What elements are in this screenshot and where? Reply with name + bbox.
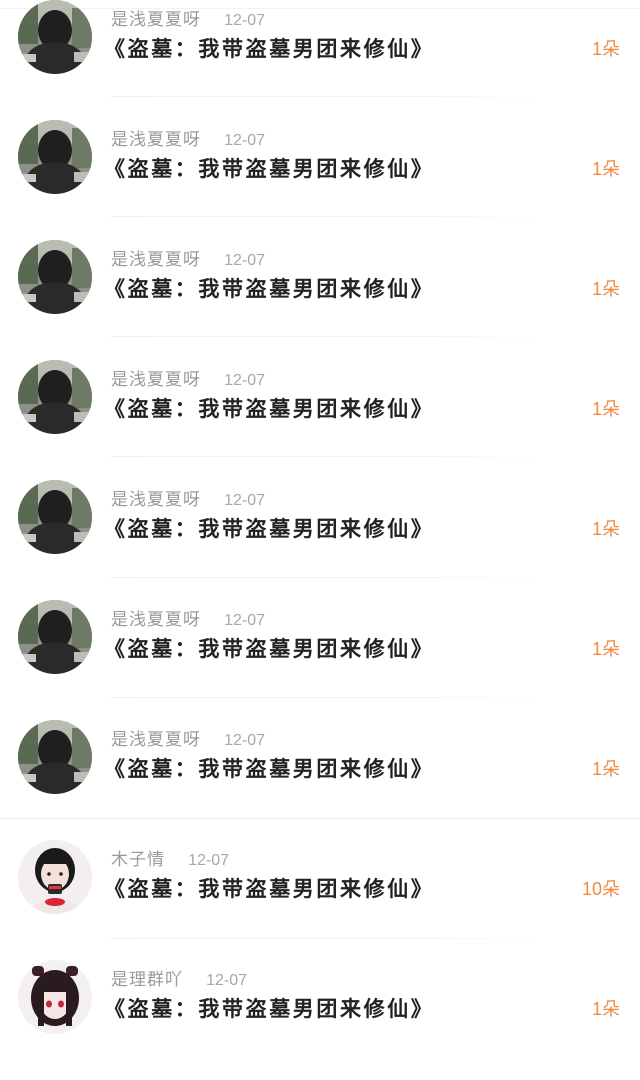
gift-count: 10朵 [581, 879, 620, 899]
book-title[interactable]: 《盗墓：我带盗墓男团来修仙》 [104, 393, 434, 425]
gift-count: 1朵 [591, 159, 620, 179]
username[interactable]: 是浅夏夏呀 [111, 130, 201, 150]
gift-count: 1朵 [591, 519, 620, 539]
avatar[interactable] [18, 960, 92, 1034]
avatar[interactable] [18, 480, 92, 554]
date: 12-07 [224, 612, 266, 629]
row-divider [111, 336, 551, 337]
list-item[interactable]: 是浅夏夏呀 12-07 《盗墓：我带盗墓男团来修仙》 1朵 [0, 120, 640, 240]
username[interactable]: 是浅夏夏呀 [111, 370, 201, 390]
date: 12-07 [224, 732, 266, 749]
date: 12-07 [224, 12, 266, 29]
book-title[interactable]: 《盗墓：我带盗墓男团来修仙》 [104, 513, 434, 545]
avatar[interactable] [18, 0, 92, 74]
row-divider [111, 938, 551, 939]
row-divider [0, 818, 640, 819]
item-meta: 是浅夏夏呀 12-07 [111, 128, 265, 152]
list-item[interactable]: 是浅夏夏呀 12-07 《盗墓：我带盗墓男团来修仙》 1朵 [0, 0, 640, 120]
gift-count: 1朵 [591, 999, 620, 1019]
book-title[interactable]: 《盗墓：我带盗墓男团来修仙》 [104, 33, 434, 65]
list-item[interactable]: 是浅夏夏呀 12-07 《盗墓：我带盗墓男团来修仙》 1朵 [0, 360, 640, 480]
date: 12-07 [224, 492, 266, 509]
avatar[interactable] [18, 120, 92, 194]
item-meta: 是浅夏夏呀 12-07 [111, 608, 265, 632]
username[interactable]: 是浅夏夏呀 [111, 250, 201, 270]
book-title[interactable]: 《盗墓：我带盗墓男团来修仙》 [104, 753, 434, 785]
username[interactable]: 是浅夏夏呀 [111, 490, 201, 510]
avatar[interactable] [18, 840, 92, 914]
book-title[interactable]: 《盗墓：我带盗墓男团来修仙》 [104, 873, 434, 905]
gift-count: 1朵 [591, 639, 620, 659]
row-divider [111, 96, 551, 97]
item-meta: 是浅夏夏呀 12-07 [111, 368, 265, 392]
avatar[interactable] [18, 360, 92, 434]
dark-photo-avatar-icon [18, 600, 92, 674]
username[interactable]: 是浅夏夏呀 [111, 730, 201, 750]
gift-count: 1朵 [591, 279, 620, 299]
dark-photo-avatar-icon [18, 720, 92, 794]
avatar[interactable] [18, 720, 92, 794]
row-divider [111, 697, 551, 698]
dark-photo-avatar-icon [18, 240, 92, 314]
list-item[interactable]: 是浅夏夏呀 12-07 《盗墓：我带盗墓男团来修仙》 1朵 [0, 720, 640, 840]
book-title[interactable]: 《盗墓：我带盗墓男团来修仙》 [104, 273, 434, 305]
list-item[interactable]: 是浅夏夏呀 12-07 《盗墓：我带盗墓男团来修仙》 1朵 [0, 480, 640, 600]
item-meta: 木子情 12-07 [111, 848, 229, 872]
item-meta: 是浅夏夏呀 12-07 [111, 728, 265, 752]
gift-count: 1朵 [591, 759, 620, 779]
username[interactable]: 木子情 [111, 850, 165, 870]
date: 12-07 [224, 252, 266, 269]
girl-illustration-avatar-icon [18, 840, 92, 914]
date: 12-07 [224, 372, 266, 389]
date: 12-07 [206, 972, 248, 989]
date: 12-07 [224, 132, 266, 149]
gift-count: 1朵 [591, 399, 620, 419]
username[interactable]: 是理群吖 [111, 970, 183, 990]
gift-count: 1朵 [591, 39, 620, 59]
dark-photo-avatar-icon [18, 120, 92, 194]
dark-photo-avatar-icon [18, 360, 92, 434]
list-item[interactable]: 是浅夏夏呀 12-07 《盗墓：我带盗墓男团来修仙》 1朵 [0, 600, 640, 720]
book-title[interactable]: 《盗墓：我带盗墓男团来修仙》 [104, 633, 434, 665]
item-meta: 是浅夏夏呀 12-07 [111, 488, 265, 512]
avatar[interactable] [18, 600, 92, 674]
item-meta: 是浅夏夏呀 12-07 [111, 8, 265, 32]
avatar[interactable] [18, 240, 92, 314]
item-meta: 是浅夏夏呀 12-07 [111, 248, 265, 272]
dark-photo-avatar-icon [18, 0, 92, 74]
list-item[interactable]: 是浅夏夏呀 12-07 《盗墓：我带盗墓男团来修仙》 1朵 [0, 240, 640, 360]
username[interactable]: 是浅夏夏呀 [111, 10, 201, 30]
username[interactable]: 是浅夏夏呀 [111, 610, 201, 630]
list-item[interactable]: 木子情 12-07 《盗墓：我带盗墓男团来修仙》 10朵 [0, 840, 640, 960]
anime-girl-avatar-icon [18, 960, 92, 1034]
list-item[interactable]: 是理群吖 12-07 《盗墓：我带盗墓男团来修仙》 1朵 [0, 960, 640, 1080]
row-divider [111, 456, 551, 457]
row-divider [111, 216, 551, 217]
book-title[interactable]: 《盗墓：我带盗墓男团来修仙》 [104, 153, 434, 185]
book-title[interactable]: 《盗墓：我带盗墓男团来修仙》 [104, 993, 434, 1025]
dark-photo-avatar-icon [18, 480, 92, 554]
item-meta: 是理群吖 12-07 [111, 968, 247, 992]
row-divider [111, 577, 551, 578]
date: 12-07 [188, 852, 230, 869]
